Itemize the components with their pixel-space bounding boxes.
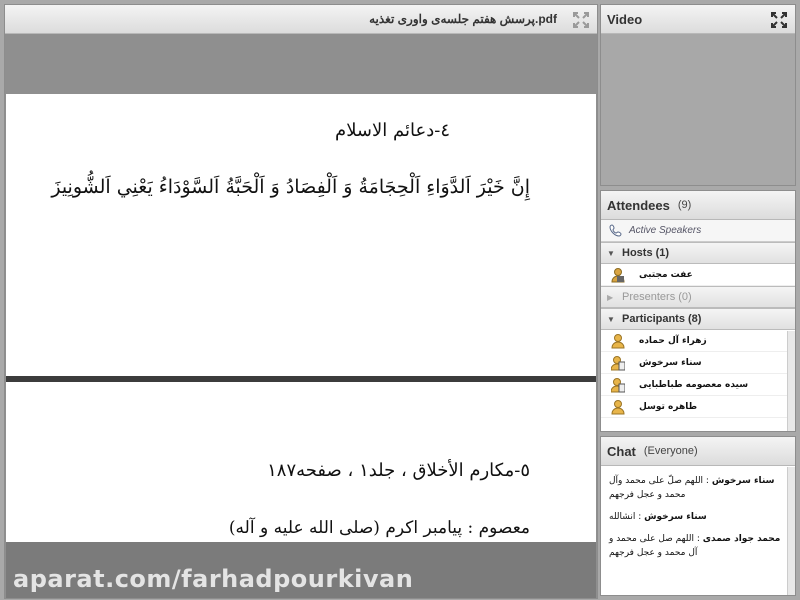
attendee-row[interactable]: زهراء آل حماده	[601, 330, 795, 352]
hosts-section[interactable]: ▼ Hosts (1)	[601, 242, 795, 264]
chat-message: محمد جواد صمدی : اللهم صل علی محمد و آل …	[609, 534, 781, 558]
document-page-2: ٥-مكارم الأخلاق ، جلد١ ، صفحه١٨٧ معصوم :…	[6, 382, 596, 542]
chat-sender: سناء سرخوش	[711, 476, 775, 486]
chat-pod-header: Chat (Everyone)	[601, 437, 795, 466]
user-icon	[611, 399, 625, 414]
video-pod-header: Video	[601, 5, 795, 34]
chat-text: اللهم صل علی محمد و آل محمد و عجل فرجهم	[609, 534, 698, 558]
participants-section[interactable]: ▼ Participants (8)	[601, 308, 795, 330]
user-icon	[611, 333, 625, 348]
chat-sender: سناء سرخوش	[644, 512, 707, 522]
attendee-name: طاهره توسل	[639, 401, 698, 412]
attendee-name: سناء سرخوش	[639, 357, 702, 368]
share-document-title: پرسش هفتم جلسه‌ی واوری ‌تغذیه.pdf	[369, 12, 557, 26]
fullscreen-icon[interactable]	[771, 12, 787, 28]
attendee-row[interactable]: سناء سرخوش	[601, 352, 795, 374]
video-pod-title: Video	[607, 11, 643, 27]
page1-verse: إِنَّ خَيْرَ اَلدَّوَاءِ اَلْحِجَامَةُ و…	[51, 176, 530, 198]
page2-heading: ٥-مكارم الأخلاق ، جلد١ ، صفحه١٨٧	[267, 460, 530, 481]
attendees-count: (9)	[677, 199, 692, 211]
video-pod: Video	[600, 4, 796, 186]
attendee-row[interactable]: سیده معصومه طباطبایی	[601, 374, 795, 396]
attendees-title: Attendees	[607, 197, 670, 213]
presenters-section[interactable]: ▶ Presenters (0)	[601, 286, 795, 308]
attendees-scrollbar[interactable]	[787, 331, 795, 431]
share-pod: پرسش هفتم جلسه‌ی واوری ‌تغذیه.pdf ٤-دعائ…	[4, 4, 598, 599]
attendee-row[interactable]: طاهره توسل	[601, 396, 795, 418]
chat-text: اللهم صلّ علی محمد وآل محمد و عجل فرجهم	[609, 476, 704, 500]
attendees-pod: Attendees (9) Active Speakers ▼ Hosts (1…	[600, 190, 796, 432]
triangle-down-icon: ▼	[607, 248, 615, 258]
chat-message: سناء سرخوش : انشالله	[609, 512, 707, 522]
chat-pod: Chat (Everyone) سناء سرخوش : اللهم صلّ ع…	[600, 436, 796, 596]
chat-scrollbar[interactable]	[787, 467, 795, 595]
chat-message: سناء سرخوش : اللهم صلّ علی محمد وآل محمد…	[609, 476, 775, 500]
attendee-name: زهراء آل حماده	[639, 335, 707, 346]
share-pod-header: پرسش هفتم جلسه‌ی واوری ‌تغذیه.pdf	[5, 5, 597, 34]
page1-heading: ٤-دعائم الاسلام	[335, 120, 450, 141]
watermark: aparat.com/farhadpourkivan	[13, 565, 414, 593]
chat-messages: سناء سرخوش : اللهم صلّ علی محمد وآل محمد…	[601, 466, 795, 560]
hosts-label: Hosts (1)	[622, 247, 670, 259]
page2-subline: معصوم : پیامبر اکرم (صلى الله عليه و آله…	[228, 518, 530, 538]
chat-scope[interactable]: (Everyone)	[644, 445, 698, 457]
active-speakers-label: Active Speakers	[629, 225, 702, 236]
active-speakers-row: Active Speakers	[601, 220, 795, 242]
document-page-1: ٤-دعائم الاسلام إِنَّ خَيْرَ اَلدَّوَاءِ…	[6, 94, 596, 376]
fullscreen-icon[interactable]	[573, 12, 589, 28]
host-user-icon	[611, 267, 625, 282]
attendees-pod-header: Attendees (9)	[601, 191, 795, 220]
chat-text: انشالله	[609, 512, 636, 522]
participants-label: Participants (8)	[622, 313, 702, 325]
chat-sender: محمد جواد صمدی	[702, 534, 781, 544]
user-with-status-icon	[611, 377, 625, 392]
user-with-status-icon	[611, 355, 625, 370]
attendee-row[interactable]: عفت مجتبی	[601, 264, 795, 286]
triangle-down-icon: ▼	[607, 314, 615, 324]
phone-icon	[609, 223, 622, 237]
attendee-name: عفت مجتبی	[639, 269, 693, 280]
attendee-name: سیده معصومه طباطبایی	[639, 379, 749, 390]
presenters-label: Presenters (0)	[622, 291, 692, 303]
chat-title: Chat	[607, 443, 636, 459]
triangle-right-icon: ▶	[607, 292, 614, 302]
